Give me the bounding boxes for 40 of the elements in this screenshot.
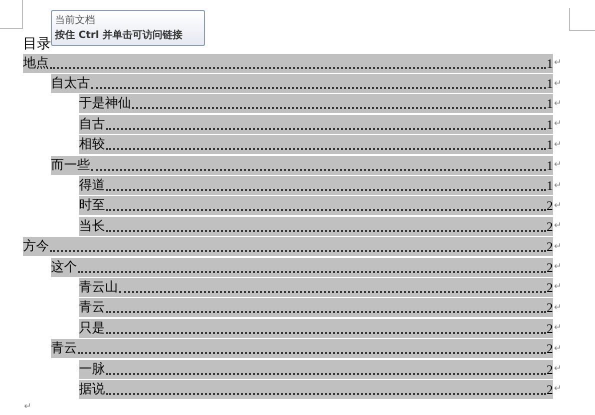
toc-entry[interactable]: 一脉 2 xyxy=(79,360,553,379)
toc-entry[interactable]: 这个 2 xyxy=(51,258,553,277)
toc-entry[interactable]: 而一些 1 xyxy=(51,156,553,175)
tooltip-title: 当前文档 xyxy=(55,14,96,28)
toc-entry[interactable]: 得道 1 xyxy=(79,176,553,196)
toc-entry[interactable]: 自太古 1 xyxy=(51,74,553,94)
paragraph-mark: ↵ xyxy=(24,402,32,412)
paragraph-mark: ↵ xyxy=(554,180,563,191)
paragraph-mark: ↵ xyxy=(554,262,563,272)
toc-entry[interactable]: 地点 1 xyxy=(23,54,553,73)
paragraph-mark: ↵ xyxy=(554,384,563,394)
paragraph-mark: ↵ xyxy=(554,98,563,109)
toc-entry[interactable]: 青云 2 xyxy=(79,298,553,318)
paragraph-mark: ↵ xyxy=(554,221,563,232)
paragraph-mark: ↵ xyxy=(554,323,563,334)
paragraph-mark: ↵ xyxy=(554,160,563,170)
toc-entry[interactable]: 当长 2 xyxy=(79,216,553,236)
toc-entry[interactable]: 青云 2 xyxy=(51,339,553,358)
tooltip-hint: 按住 Ctrl 并单击可访问链接 xyxy=(55,28,184,43)
paragraph-mark: ↵ xyxy=(554,282,563,292)
paragraph-mark: ↵ xyxy=(554,58,563,68)
toc-entry[interactable]: 据说 2 xyxy=(79,380,553,399)
toc-entry[interactable]: 于是神仙 1 xyxy=(79,94,553,114)
toc-entry[interactable]: 相较 1 xyxy=(79,135,553,154)
toc-entry[interactable]: 青云山 2 xyxy=(79,278,553,297)
toc-heading: 目录 xyxy=(23,35,51,53)
toc-entry[interactable]: 只是 2 xyxy=(79,318,553,338)
paragraph-mark: ↵ xyxy=(554,140,563,150)
margin-corner-mark xyxy=(569,8,595,31)
paragraph-mark: ↵ xyxy=(554,364,563,374)
paragraph-mark: ↵ xyxy=(554,200,563,211)
paragraph-mark: ↵ xyxy=(554,78,563,89)
toc-entry[interactable]: 时至 2 xyxy=(79,196,553,216)
paragraph-mark: ↵ xyxy=(554,344,563,354)
paragraph-mark: ↵ xyxy=(554,302,563,313)
margin-corner-mark xyxy=(0,0,23,29)
paragraph-mark: ↵ xyxy=(554,242,563,252)
toc-entry[interactable]: 方今 2 xyxy=(23,237,553,256)
paragraph-mark: ↵ xyxy=(554,119,563,130)
toc-entry[interactable]: 自古 1 xyxy=(79,114,553,134)
